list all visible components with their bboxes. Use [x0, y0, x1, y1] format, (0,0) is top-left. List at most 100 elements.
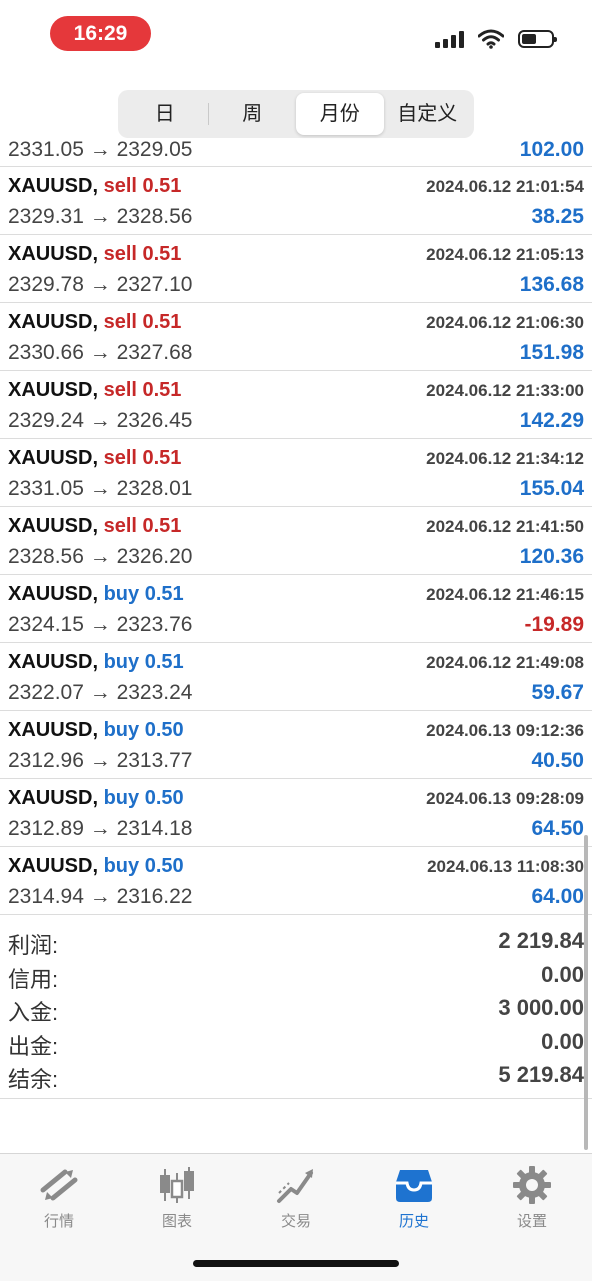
deal-row[interactable]: XAUUSD, buy 0.50 2024.06.13 11:08:30 231…: [0, 847, 592, 915]
summary-label: 出金:: [8, 1033, 59, 1059]
summary-label: 入金:: [8, 1000, 59, 1025]
deal-symbol: XAUUSD,: [8, 379, 99, 401]
tab-label: 行情: [43, 1213, 74, 1230]
summary-value: 5 219.84: [498, 1062, 584, 1087]
scrollbar[interactable]: [584, 835, 588, 1150]
deal-row[interactable]: XAUUSD, buy 0.50 2024.06.13 09:12:36 231…: [0, 711, 592, 779]
deal-profit: 142.29: [519, 409, 584, 432]
deal-symbol: XAUUSD,: [8, 515, 99, 537]
deal-prices: 2331.05 → 2329.05: [8, 138, 193, 161]
tab-trade[interactable]: 交易: [246, 1164, 346, 1231]
deal-datetime: 2024.06.12 21:05:13: [426, 245, 584, 264]
deal-profit: 155.04: [519, 477, 584, 500]
deal-side: sell 0.51: [103, 243, 182, 265]
deal-profit: 64.50: [531, 817, 584, 840]
quotes-icon: [40, 1169, 78, 1201]
deal-side: buy 0.51: [103, 583, 184, 605]
summary-value: 0.00: [541, 1028, 584, 1054]
summary-label: 利润:: [8, 933, 59, 958]
deal-side: sell 0.51: [103, 379, 182, 401]
period-tab-week[interactable]: 周: [209, 93, 297, 135]
deal-datetime: 2024.06.13 09:12:36: [426, 721, 584, 740]
deal-row[interactable]: XAUUSD, buy 0.51 2024.06.12 21:49:08 232…: [0, 643, 592, 711]
deal-row[interactable]: XAUUSD, sell 0.51 2024.06.12 21:34:12 23…: [0, 439, 592, 507]
deal-side: sell 0.51: [103, 311, 182, 333]
list-item-partial[interactable]: 2331.05 → 2329.05 102.00: [0, 138, 592, 167]
deal-row[interactable]: XAUUSD, sell 0.51 2024.06.12 21:41:50 23…: [0, 507, 592, 575]
deal-row[interactable]: XAUUSD, buy 0.51 2024.06.12 21:46:15 232…: [0, 575, 592, 643]
battery-icon: [518, 30, 557, 48]
deal-prices: 2312.89 → 2314.18: [8, 817, 193, 840]
deal-prices: 2331.05 → 2328.01: [8, 477, 193, 500]
home-indicator[interactable]: [193, 1260, 399, 1267]
period-tab-custom[interactable]: 自定义: [384, 93, 472, 135]
deal-symbol: XAUUSD,: [8, 855, 99, 877]
status-icons: [435, 26, 557, 52]
trade-icon: [277, 1169, 313, 1203]
deal-prices: 2329.31 → 2328.56: [8, 205, 193, 228]
deal-prices: 2312.96 → 2313.77: [8, 749, 193, 772]
period-tab-month[interactable]: 月份: [296, 93, 384, 135]
summary-value: 2 219.84: [498, 928, 584, 953]
deal-datetime: 2024.06.12 21:41:50: [426, 517, 584, 536]
deal-row[interactable]: XAUUSD, buy 0.50 2024.06.13 09:28:09 231…: [0, 779, 592, 847]
summary-label: 信用:: [8, 966, 59, 992]
deal-symbol: XAUUSD,: [8, 787, 99, 809]
deal-prices: 2329.78 → 2327.10: [8, 273, 193, 296]
deal-datetime: 2024.06.12 21:33:00: [426, 381, 584, 400]
deal-datetime: 2024.06.13 09:28:09: [426, 789, 584, 808]
deal-row[interactable]: XAUUSD, sell 0.51 2024.06.12 21:05:13 23…: [0, 235, 592, 303]
tab-charts[interactable]: 图表: [127, 1164, 227, 1231]
deal-datetime: 2024.06.13 11:08:30: [427, 857, 584, 876]
deal-profit: 64.00: [531, 885, 584, 908]
tab-label: 历史: [398, 1213, 429, 1230]
deal-side: sell 0.51: [103, 175, 182, 197]
deal-profit: 40.50: [531, 749, 584, 772]
account-summary: 利润: 2 219.84 信用: 0.00 入金: 3 000.00 出金: 0…: [0, 926, 592, 1099]
wifi-icon: [478, 29, 504, 49]
deal-prices: 2329.24 → 2326.45: [8, 409, 193, 432]
summary-value: 3 000.00: [498, 995, 584, 1020]
deal-prices: 2324.15 → 2323.76: [8, 613, 193, 636]
deal-profit: 102.00: [519, 138, 584, 161]
deal-symbol: XAUUSD,: [8, 243, 99, 265]
deal-side: sell 0.51: [103, 447, 182, 469]
deal-prices: 2328.56 → 2326.20: [8, 545, 193, 568]
deal-profit: 136.68: [519, 273, 584, 296]
deal-prices: 2330.66 → 2327.68: [8, 341, 193, 364]
status-bar: 16:29: [0, 0, 592, 70]
deal-profit: 151.98: [519, 341, 584, 364]
deal-datetime: 2024.06.12 21:49:08: [426, 653, 584, 672]
deal-side: buy 0.50: [103, 719, 184, 741]
tab-quotes[interactable]: 行情: [9, 1164, 109, 1231]
tab-history[interactable]: 历史: [364, 1164, 464, 1231]
period-tab-day[interactable]: 日: [121, 93, 209, 135]
deal-symbol: XAUUSD,: [8, 311, 99, 333]
status-time: 16:29: [50, 16, 151, 51]
summary-row-deposit: 入金: 3 000.00: [0, 993, 592, 1027]
deal-row[interactable]: XAUUSD, sell 0.51 2024.06.12 21:06:30 23…: [0, 303, 592, 371]
summary-row-withdrawal: 出金: 0.00: [0, 1027, 592, 1061]
deal-side: sell 0.51: [103, 515, 182, 537]
deal-prices: 2322.07 → 2323.24: [8, 681, 193, 704]
tab-label: 图表: [161, 1213, 192, 1230]
summary-row-balance: 结余: 5 219.84: [0, 1060, 592, 1094]
deal-profit: 38.25: [531, 205, 584, 228]
deal-side: buy 0.50: [103, 787, 184, 809]
deal-profit: 120.36: [519, 545, 584, 568]
tab-label: 交易: [280, 1213, 311, 1230]
summary-label: 结余:: [8, 1067, 59, 1092]
deal-datetime: 2024.06.12 21:34:12: [426, 449, 584, 468]
deal-row[interactable]: XAUUSD, sell 0.51 2024.06.12 21:01:54 23…: [0, 167, 592, 235]
cellular-signal-icon: [435, 30, 464, 48]
tab-label: 设置: [516, 1213, 547, 1230]
tab-settings[interactable]: 设置: [482, 1164, 582, 1231]
summary-value: 0.00: [541, 961, 584, 987]
deal-symbol: XAUUSD,: [8, 447, 99, 469]
deal-symbol: XAUUSD,: [8, 583, 99, 605]
gear-icon: [513, 1166, 551, 1204]
period-segmented-control: 日 周 月份 自定义: [118, 90, 474, 138]
summary-row-credit: 信用: 0.00: [0, 960, 592, 994]
deal-symbol: XAUUSD,: [8, 651, 99, 673]
deal-row[interactable]: XAUUSD, sell 0.51 2024.06.12 21:33:00 23…: [0, 371, 592, 439]
